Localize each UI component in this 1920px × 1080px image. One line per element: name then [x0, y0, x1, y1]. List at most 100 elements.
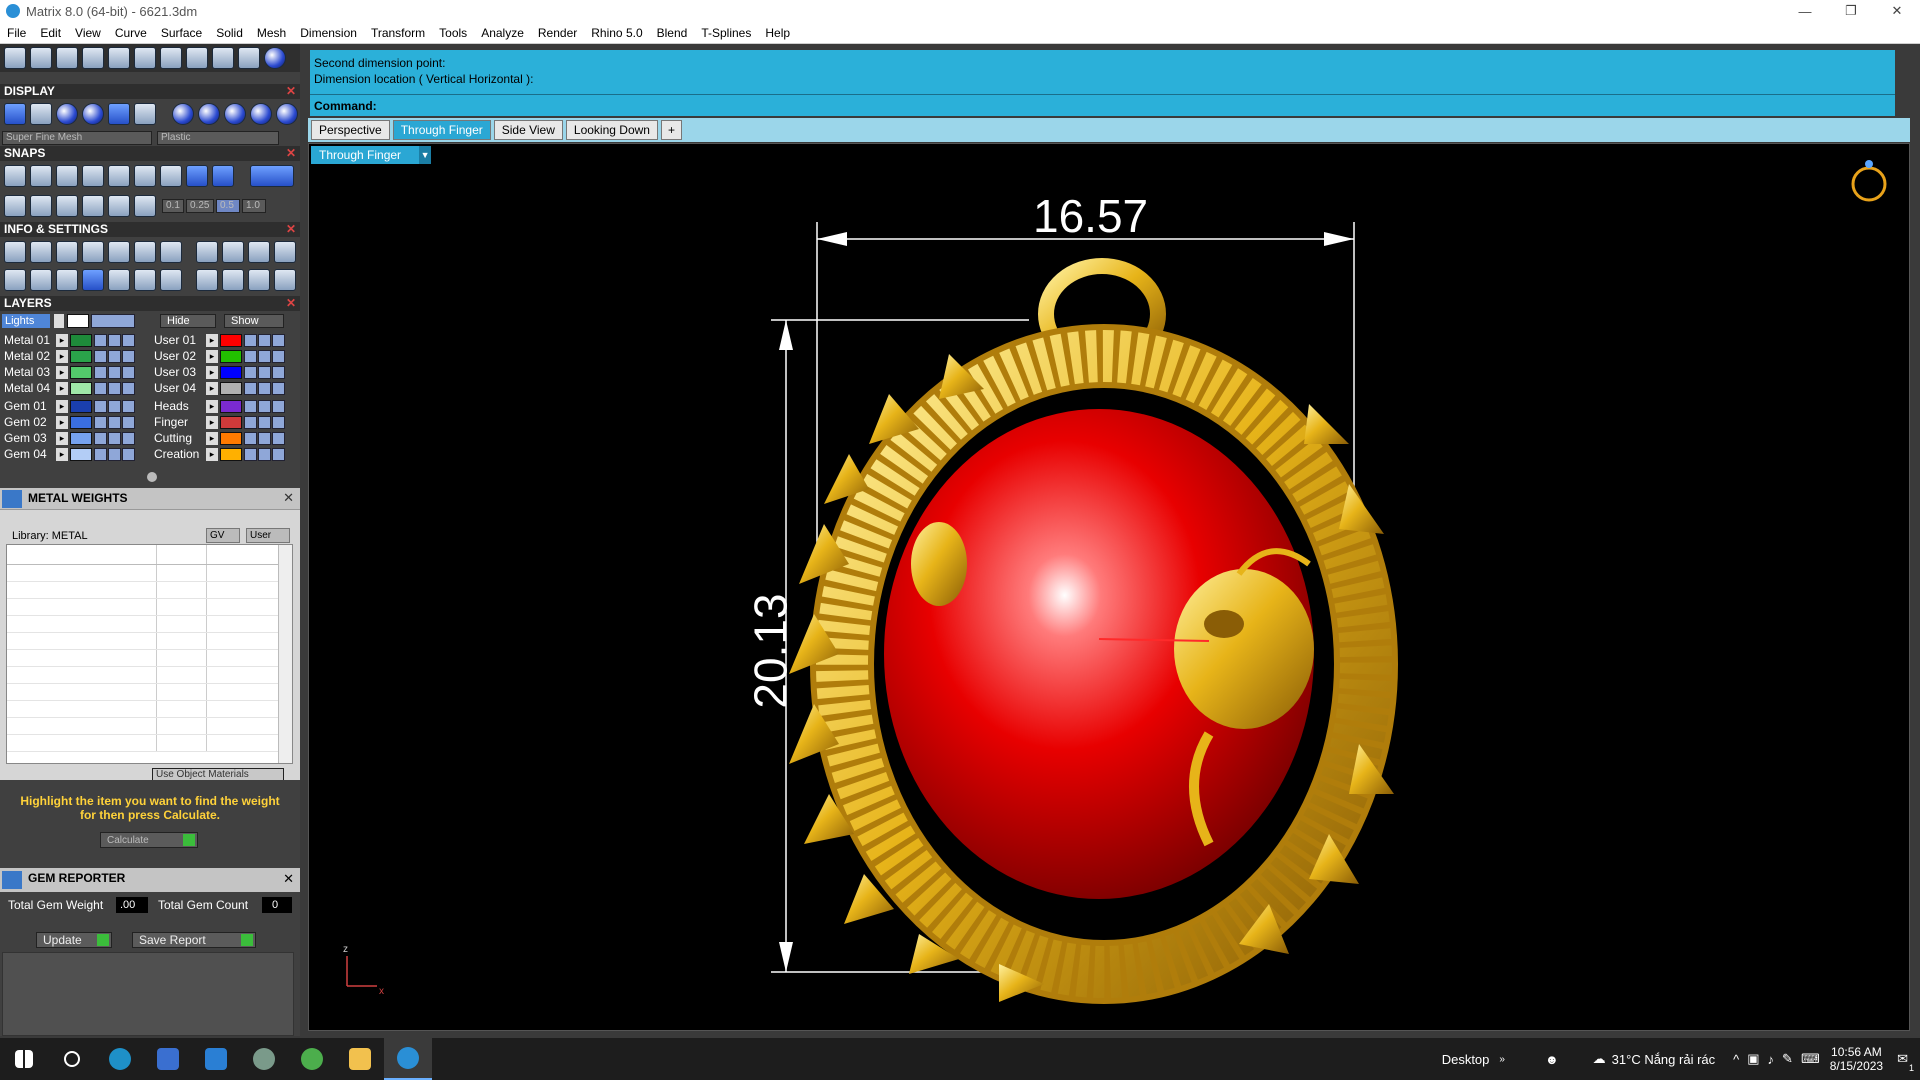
calculate-button[interactable]: Calculate	[100, 832, 198, 848]
layer-name[interactable]: Finger	[154, 415, 206, 429]
layer-lock-icon[interactable]	[94, 333, 107, 347]
table-row[interactable]: White Gold:14K PdW 3.5 2.25	[7, 735, 292, 752]
layer-select-icon[interactable]	[272, 431, 285, 445]
layer-visible-icon[interactable]	[108, 447, 121, 461]
layer-lock-icon[interactable]	[94, 381, 107, 395]
filter-icon[interactable]	[108, 269, 130, 291]
wireframe-icon[interactable]	[4, 103, 26, 125]
save-icon[interactable]	[108, 241, 130, 263]
rotate-tool-icon[interactable]	[30, 47, 52, 69]
menu-tsplines[interactable]: T-Splines	[694, 26, 758, 40]
menu-dimension[interactable]: Dimension	[293, 26, 364, 40]
ring-orientation-icon[interactable]	[1851, 160, 1887, 202]
cube-icon[interactable]	[160, 241, 182, 263]
show-button[interactable]: Show	[224, 314, 284, 328]
material-rose-icon[interactable]	[250, 103, 272, 125]
layer-visible-icon[interactable]	[258, 333, 271, 347]
layer-lock-icon[interactable]	[94, 399, 107, 413]
lights-icon[interactable]	[196, 241, 218, 263]
user-toggle[interactable]: User	[246, 528, 290, 543]
table-row[interactable]: White Gold:10KX1 2.72 1.75	[7, 684, 292, 701]
material-gold-icon[interactable]	[172, 103, 194, 125]
layer-select-icon[interactable]	[122, 415, 135, 429]
pen-icon[interactable]: ✎	[1782, 1051, 1793, 1067]
start-button[interactable]	[0, 1038, 48, 1080]
layer-row-right-7[interactable]: Creation ▸	[154, 446, 286, 462]
table-row[interactable]: Yellow Gold:14KY 3.13 2.02	[7, 599, 292, 616]
volume-icon[interactable]: ♪	[1768, 1052, 1775, 1067]
layer-color-swatch[interactable]	[70, 399, 92, 413]
layers-info-icon[interactable]	[56, 241, 78, 263]
layer-expand-icon[interactable]: ▸	[56, 381, 68, 395]
table-row[interactable]: White Gold:14KX1 3.07 1.97	[7, 718, 292, 735]
layer-color-swatch[interactable]	[220, 381, 242, 395]
layer-row-right-4[interactable]: Heads ▸	[154, 398, 286, 414]
layer-select-icon[interactable]	[122, 399, 135, 413]
box-icon[interactable]	[82, 269, 104, 291]
explorer-button[interactable]	[336, 1038, 384, 1080]
menu-render[interactable]: Render	[531, 26, 584, 40]
plane-icon[interactable]	[108, 195, 130, 217]
panel-icon[interactable]	[30, 269, 52, 291]
layer-color-swatch[interactable]	[220, 415, 242, 429]
menu-blend[interactable]: Blend	[650, 26, 695, 40]
edit-icon[interactable]	[134, 241, 156, 263]
layer-lock-icon[interactable]	[244, 381, 257, 395]
layer-lock-icon[interactable]	[244, 415, 257, 429]
snap-mid-icon[interactable]	[186, 165, 208, 187]
layer-visible-icon[interactable]	[108, 349, 121, 363]
expand-layers-icon[interactable]	[147, 472, 157, 482]
layer-name[interactable]: Metal 04	[4, 381, 56, 395]
bend-tool-icon[interactable]	[238, 47, 260, 69]
select-tool-icon[interactable]	[4, 47, 26, 69]
chevron-up-icon[interactable]: »	[1499, 1054, 1505, 1065]
layer-lock-icon[interactable]	[244, 333, 257, 347]
settings-gear-icon[interactable]	[4, 241, 26, 263]
measure-tool-icon[interactable]	[160, 47, 182, 69]
layout-icon[interactable]	[248, 241, 270, 263]
snap-center-icon[interactable]	[160, 165, 182, 187]
gv-toggle[interactable]: GV	[206, 528, 240, 543]
snap-value-1[interactable]: 0.1	[162, 199, 184, 213]
mesh-quality-select[interactable]: Super Fine Mesh	[2, 131, 152, 145]
viewport[interactable]: Through Finger ▼ 16.57 20.13 z x	[308, 143, 1910, 1031]
matrix-button[interactable]	[384, 1038, 432, 1080]
material-chrome-icon[interactable]	[276, 103, 298, 125]
smart-track-icon[interactable]	[56, 195, 78, 217]
layer-expand-icon[interactable]: ▸	[56, 333, 68, 347]
layer-visible-icon[interactable]	[258, 431, 271, 445]
layer-select-icon[interactable]	[272, 447, 285, 461]
shaded-icon[interactable]	[30, 103, 52, 125]
snap-perp-icon[interactable]	[212, 165, 234, 187]
mirror-tool-icon[interactable]	[212, 47, 234, 69]
menu-transform[interactable]: Transform	[364, 26, 432, 40]
menu-mesh[interactable]: Mesh	[250, 26, 293, 40]
layer-expand-icon[interactable]: ▸	[56, 447, 68, 461]
layer-lock-icon[interactable]	[244, 431, 257, 445]
people-icon[interactable]: ☻	[1545, 1052, 1559, 1067]
layer-lock-icon[interactable]	[94, 365, 107, 379]
copy-tool-icon[interactable]	[134, 47, 156, 69]
layer-select-icon[interactable]	[122, 365, 135, 379]
info-close-icon[interactable]: ✕	[286, 222, 296, 237]
menu-help[interactable]: Help	[758, 26, 797, 40]
layer-select-icon[interactable]	[122, 381, 135, 395]
layer-select-icon[interactable]	[122, 333, 135, 347]
layer-lights-arrow[interactable]	[54, 314, 64, 328]
layer-visible-icon[interactable]	[108, 399, 121, 413]
menu-view[interactable]: View	[68, 26, 108, 40]
scene-icon[interactable]	[196, 269, 218, 291]
layer-row-left-1[interactable]: Metal 02 ▸	[4, 348, 136, 364]
layer-color-swatch[interactable]	[70, 333, 92, 347]
layer-lock-icon[interactable]	[244, 447, 257, 461]
add-tab-icon[interactable]: +	[660, 120, 682, 140]
grid-view-icon[interactable]	[4, 269, 26, 291]
align-tool-icon[interactable]	[82, 47, 104, 69]
snap-value-2[interactable]: 0.25	[186, 199, 214, 213]
gem-tool-icon[interactable]	[248, 269, 270, 291]
command-prompt[interactable]: Command:	[314, 99, 377, 113]
osnap-icon[interactable]	[134, 195, 156, 217]
layer-lock-icon[interactable]	[94, 349, 107, 363]
scale-tool-icon[interactable]	[56, 47, 78, 69]
layer-expand-icon[interactable]: ▸	[206, 349, 218, 363]
